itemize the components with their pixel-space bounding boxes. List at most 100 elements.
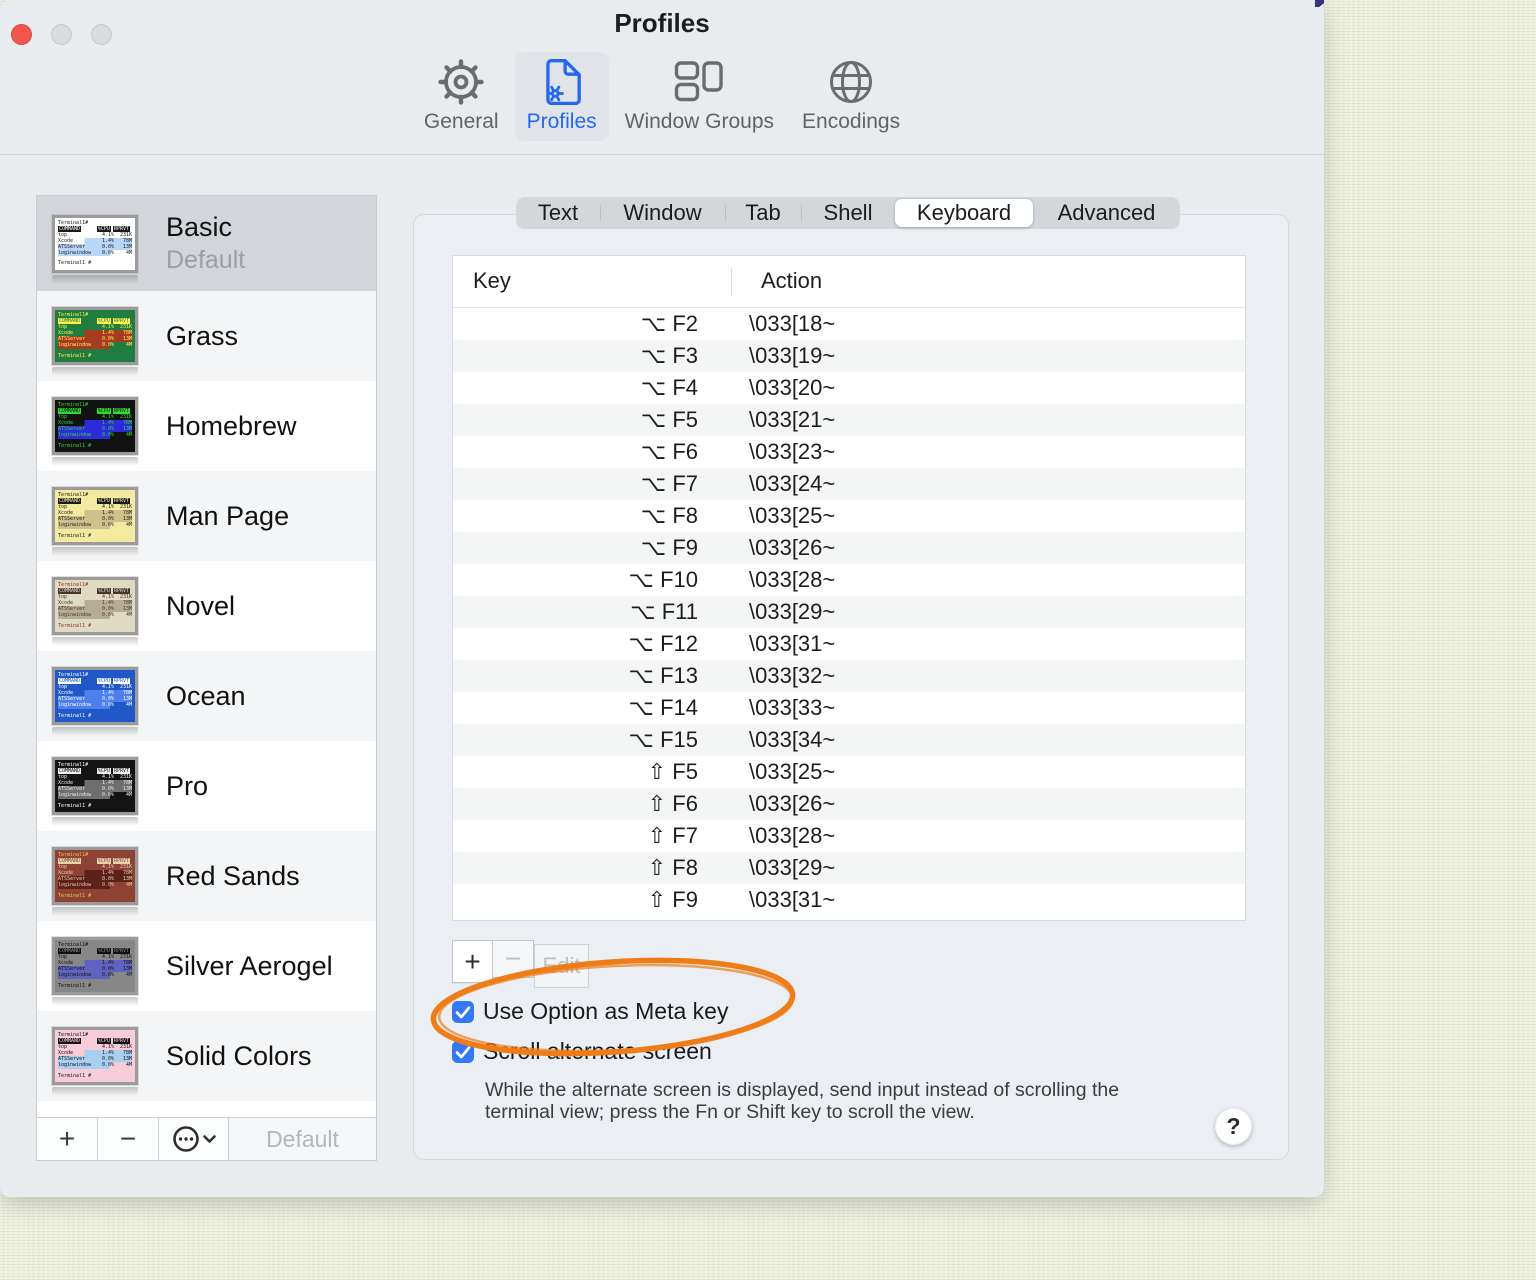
set-default-button[interactable]: Default [229, 1118, 376, 1160]
key-cell: ⌥ F11 [630, 599, 698, 624]
table-row[interactable]: ⇧ F6 \033[26~ [453, 788, 1245, 820]
table-row[interactable]: ⌥ F15 \033[34~ [453, 724, 1245, 756]
action-cell: \033[32~ [749, 663, 836, 688]
profile-name: Homebrew [166, 410, 297, 441]
profile-name: Ocean [166, 680, 246, 711]
tab-keyboard[interactable]: Keyboard [895, 199, 1033, 227]
key-cell: ⌥ F2 [640, 311, 698, 336]
titlebar: Profiles General Profiles Window Groups … [0, 0, 1324, 155]
tab-tab[interactable]: Tab [725, 199, 801, 227]
key-cell: ⇧ F9 [647, 887, 698, 912]
column-header-key[interactable]: Key [473, 268, 511, 294]
toolbar-item-window-groups[interactable]: Window Groups [613, 52, 786, 141]
tab-shell[interactable]: Shell [801, 199, 895, 227]
key-cell: ⌥ F15 [628, 727, 698, 752]
table-row[interactable]: ⇧ F8 \033[29~ [453, 852, 1245, 884]
action-cell: \033[25~ [749, 503, 836, 528]
tab-advanced[interactable]: Advanced [1033, 199, 1180, 227]
profile-thumbnail: Terminal1# COMMAND %CPU RPRVT top 4.1% 231K … [51, 396, 139, 466]
table-row[interactable]: ⇧ F5 \033[25~ [453, 756, 1245, 788]
profile-thumbnail: Terminal1# COMMAND %CPU RPRVT top 4.1% 231K … [51, 576, 139, 646]
key-cell: ⌥ F12 [628, 631, 698, 656]
toolbar-label-window-groups: Window Groups [624, 110, 775, 133]
use-option-as-meta-row: Use Option as Meta key [452, 998, 728, 1025]
table-header: Key Action [453, 256, 1245, 308]
table-row[interactable]: ⌥ F4 \033[20~ [453, 372, 1245, 404]
profile-list-item[interactable]: Terminal1# COMMAND %CPU RPRVT top 4.1% 231K … [37, 831, 376, 921]
table-row[interactable]: ⌥ F8 \033[25~ [453, 500, 1245, 532]
more-options-menu-button[interactable] [159, 1118, 229, 1160]
table-row[interactable]: ⌥ F6 \033[23~ [453, 436, 1245, 468]
action-cell: \033[28~ [749, 567, 836, 592]
profile-list-item[interactable]: Terminal1# COMMAND %CPU RPRVT top 4.1% 231K … [37, 651, 376, 741]
edit-key-button[interactable]: Edit [534, 944, 589, 988]
profile-list-item[interactable]: Terminal1# COMMAND %CPU RPRVT top 4.1% 231K … [37, 381, 376, 471]
action-cell: \033[33~ [749, 695, 836, 720]
action-cell: \033[34~ [749, 727, 836, 752]
toolbar: General Profiles Window Groups Encodings [0, 52, 1324, 141]
table-row[interactable]: ⌥ F7 \033[24~ [453, 468, 1245, 500]
add-profile-button[interactable]: + [37, 1118, 98, 1160]
key-cell: ⌥ F13 [628, 663, 698, 688]
profile-list: Terminal1# COMMAND %CPU RPRVT top 4.1% 231K … [37, 196, 376, 1116]
alternate-screen-help-text: While the alternate screen is displayed,… [485, 1079, 1120, 1123]
profile-name: Silver Aerogel [166, 950, 333, 981]
help-button[interactable]: ? [1215, 1108, 1252, 1145]
column-divider [731, 268, 732, 296]
toolbar-item-encodings[interactable]: Encodings [790, 52, 912, 141]
toolbar-item-general[interactable]: General [412, 52, 511, 141]
scroll-alternate-screen-label: Scroll alternate screen [483, 1038, 712, 1064]
profile-document-icon [541, 56, 583, 108]
window-groups-icon [674, 56, 724, 108]
key-cell: ⌥ F3 [640, 343, 698, 368]
profile-name: Grass [166, 320, 239, 351]
profile-list-item[interactable]: Terminal1# COMMAND %CPU RPRVT top 4.1% 231K … [37, 291, 376, 381]
profile-name: Novel [166, 590, 236, 621]
action-cell: \033[21~ [749, 407, 836, 432]
profile-list-item[interactable]: Terminal1# COMMAND %CPU RPRVT top 4.1% 231K … [37, 196, 376, 291]
table-row[interactable]: ⌥ F2 \033[18~ [453, 308, 1245, 340]
action-cell: \033[31~ [749, 631, 836, 656]
profile-list-item[interactable]: Terminal1# COMMAND %CPU RPRVT top 4.1% 231K … [37, 741, 376, 831]
profile-thumbnail: Terminal1# COMMAND %CPU RPRVT top 4.1% 231K … [51, 306, 139, 376]
action-cell: \033[20~ [749, 375, 836, 400]
table-row[interactable]: ⌥ F12 \033[31~ [453, 628, 1245, 660]
tab-window[interactable]: Window [600, 199, 725, 227]
remove-key-button[interactable]: − [492, 940, 534, 978]
profile-list-item[interactable]: Terminal1# COMMAND %CPU RPRVT top 4.1% 231K … [37, 1011, 376, 1101]
use-option-as-meta-checkbox[interactable] [452, 1000, 474, 1023]
checkmark-icon [455, 1005, 471, 1018]
use-option-as-meta-label: Use Option as Meta key [483, 998, 729, 1024]
table-row[interactable]: ⇧ F9 \033[31~ [453, 884, 1245, 916]
table-row[interactable]: ⌥ F9 \033[26~ [453, 532, 1245, 564]
key-cell: ⌥ F7 [640, 471, 698, 496]
action-cell: \033[29~ [749, 599, 836, 624]
action-cell: \033[28~ [749, 823, 836, 848]
add-key-button[interactable]: + [452, 940, 493, 983]
profile-thumbnail: Terminal1# COMMAND %CPU RPRVT top 4.1% 231K … [51, 846, 139, 916]
toolbar-label-general: General [423, 110, 499, 133]
remove-profile-button[interactable]: − [98, 1118, 159, 1160]
scroll-alternate-screen-row: Scroll alternate screen [452, 1038, 712, 1065]
key-cell: ⌥ F8 [640, 503, 698, 528]
profile-list-item[interactable]: Terminal1# COMMAND %CPU RPRVT top 4.1% 231K … [37, 921, 376, 1011]
table-row[interactable]: ⇧ F7 \033[28~ [453, 820, 1245, 852]
key-cell: ⇧ F6 [647, 791, 698, 816]
table-row[interactable]: ⌥ F3 \033[19~ [453, 340, 1245, 372]
key-cell: ⌥ F4 [640, 375, 698, 400]
tab-text[interactable]: Text [516, 199, 600, 227]
column-header-action[interactable]: Action [761, 268, 822, 294]
table-row[interactable]: ⌥ F5 \033[21~ [453, 404, 1245, 436]
toolbar-item-profiles[interactable]: Profiles [514, 52, 609, 141]
table-row[interactable]: ⌥ F13 \033[32~ [453, 660, 1245, 692]
scroll-alternate-screen-checkbox[interactable] [452, 1040, 474, 1063]
key-cell: ⇧ F8 [647, 855, 698, 880]
table-row[interactable]: ⌥ F14 \033[33~ [453, 692, 1245, 724]
profile-list-item[interactable]: Terminal1# COMMAND %CPU RPRVT top 4.1% 231K … [37, 471, 376, 561]
table-row[interactable]: ⌥ F11 \033[29~ [453, 596, 1245, 628]
gear-icon [438, 56, 484, 108]
profile-list-item[interactable]: Terminal1# COMMAND %CPU RPRVT top 4.1% 231K … [37, 561, 376, 651]
profile-thumbnail: Terminal1# COMMAND %CPU RPRVT top 4.1% 231K … [51, 756, 139, 826]
action-cell: \033[25~ [749, 759, 836, 784]
table-row[interactable]: ⌥ F10 \033[28~ [453, 564, 1245, 596]
